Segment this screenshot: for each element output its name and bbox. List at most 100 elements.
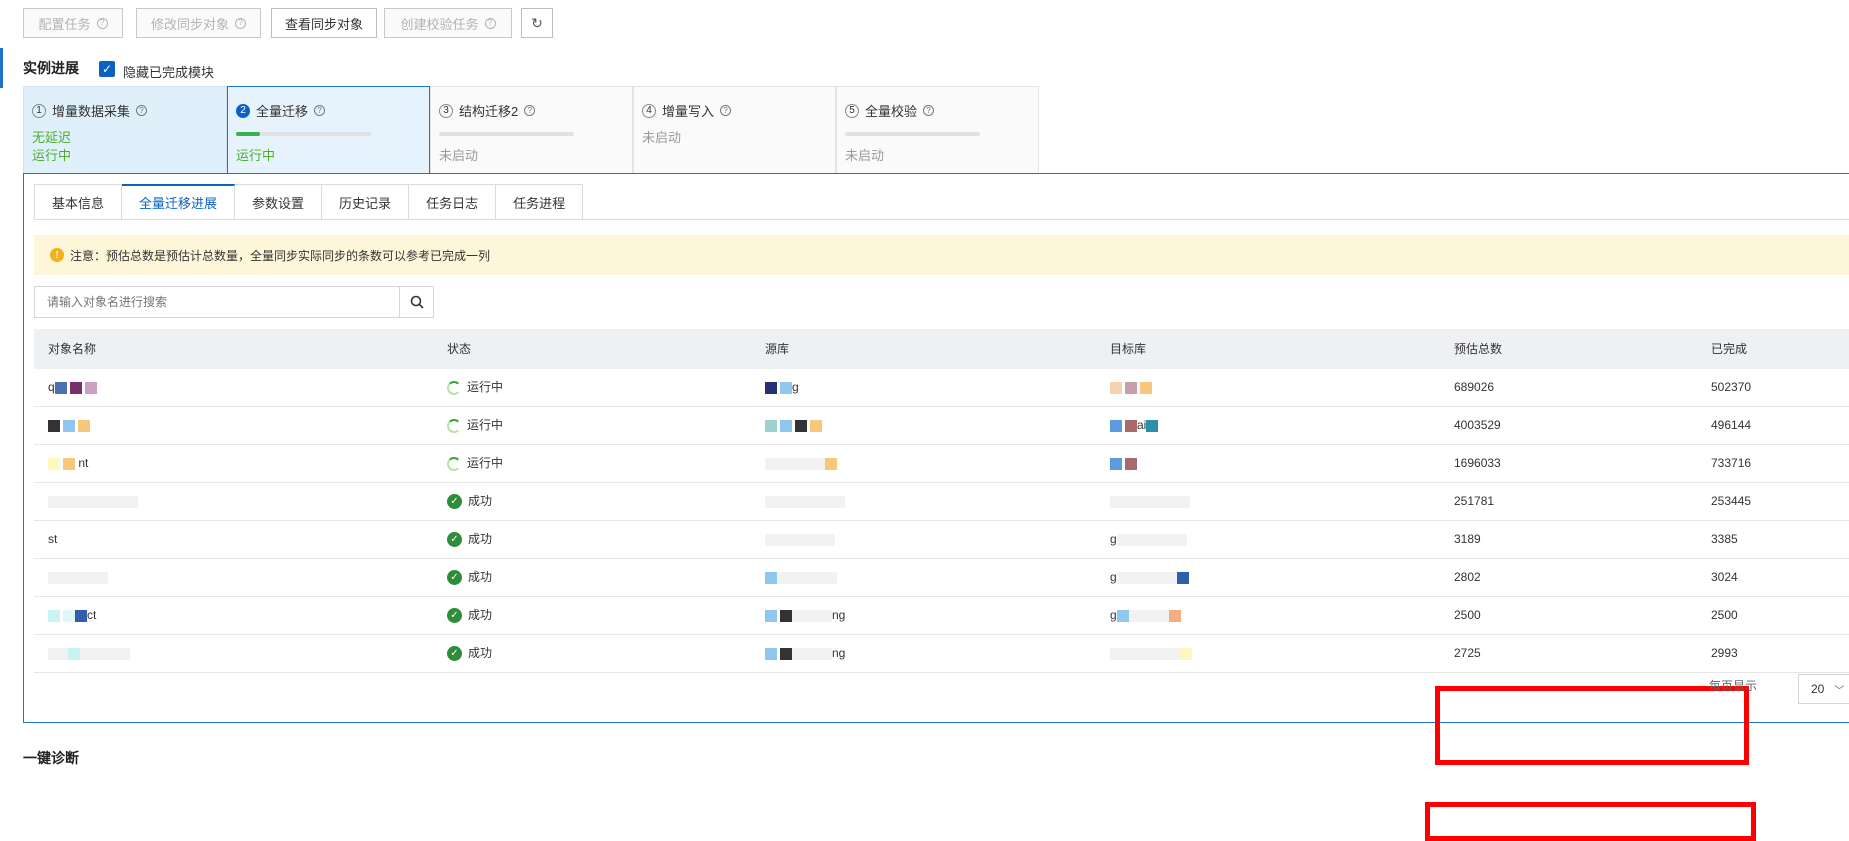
table-row: ✓ 成功 g 2802 3024 (34, 559, 1849, 597)
object-name: nt (48, 445, 88, 482)
source-db (765, 407, 822, 444)
modify-objects-label: 修改同步对象 (150, 16, 229, 32)
table-row: ✓ 成功 ng 2725 2993 (34, 635, 1849, 673)
section-accent (0, 48, 3, 88)
search-box (34, 286, 434, 318)
tab-bar: 基本信息 全量迁移进展 参数设置 历史记录 任务日志 任务进程 (34, 184, 584, 220)
view-objects-button[interactable]: 查看同步对象 (271, 8, 377, 38)
hide-done-checkbox[interactable]: ✓ (99, 61, 115, 77)
table-row: nt 运行中 1696033 733716 (34, 445, 1849, 483)
table-row: st ✓ 成功 g 3189 3385 (34, 521, 1849, 559)
source-db: g (765, 369, 799, 406)
chevron-down-icon: ﹀ (1834, 685, 1845, 697)
source-db (765, 521, 835, 558)
object-name (48, 635, 130, 672)
status-cell: ✓ 成功 (447, 597, 492, 634)
hide-done-label: 隐藏已完成模块 (123, 65, 215, 80)
target-db: ai (1110, 407, 1159, 444)
tab-basic-info[interactable]: 基本信息 (34, 184, 123, 220)
completed-count: 2993 (1711, 646, 1738, 660)
help-icon: ? (524, 105, 536, 116)
diagnosis-title: 一键诊断 (23, 750, 79, 766)
page-size-label: 每页显示 (1708, 679, 1757, 693)
config-task-button[interactable]: 配置任务 ? (23, 8, 123, 38)
status-cell: ✓ 成功 (447, 483, 492, 520)
status-cell: ✓ 成功 (447, 559, 492, 596)
object-name: st (48, 532, 58, 546)
col-status: 状态 (447, 342, 472, 356)
estimated-total: 2725 (1454, 646, 1481, 660)
col-completed: 已完成 (1711, 342, 1748, 356)
spinner-icon (447, 380, 461, 395)
step-status: 未启动 (845, 148, 885, 163)
tab-full-migration-progress[interactable]: 全量迁移进展 (122, 184, 236, 220)
step-incremental-write[interactable]: 4 增量写入? 未启动 (633, 86, 836, 174)
estimated-total: 689026 (1454, 380, 1495, 394)
search-input[interactable] (35, 287, 399, 317)
source-db: ng (765, 635, 845, 672)
object-name: ct (48, 597, 96, 634)
table-row: ✓ 成功 251781 253445 (34, 483, 1849, 521)
step-schema-migration[interactable]: 3 结构迁移2? 未启动 (430, 86, 633, 174)
status-cell: ✓ 成功 (447, 635, 492, 672)
success-icon: ✓ (447, 646, 462, 661)
object-name: q (48, 369, 97, 406)
source-db (765, 483, 845, 520)
detail-panel: 基本信息 全量迁移进展 参数设置 历史记录 任务日志 任务进程 ! 注意：预估总… (23, 173, 1849, 841)
step-full-migration[interactable]: 2 全量迁移? 运行中 (227, 86, 430, 176)
target-db (1110, 369, 1152, 406)
success-icon: ✓ (447, 570, 462, 585)
step-status: 未启动 (642, 130, 682, 145)
status-cell: ✓ 成功 (447, 521, 492, 558)
step-progress-bar (236, 132, 371, 136)
completed-count: 502370 (1711, 380, 1752, 394)
step-label: 结构迁移2 (459, 104, 519, 119)
estimated-total: 2802 (1454, 570, 1481, 584)
refresh-button[interactable]: ↻ (521, 8, 553, 38)
help-icon: ? (720, 105, 732, 116)
step-full-check[interactable]: 5 全量校验? 未启动 (836, 86, 1039, 174)
tab-task-log[interactable]: 任务日志 (409, 184, 497, 220)
view-objects-label: 查看同步对象 (284, 16, 363, 32)
status-cell: 运行中 (447, 407, 503, 444)
step-progress-bar (845, 132, 980, 136)
create-check-button[interactable]: 创建校验任务 ? (384, 8, 512, 38)
notice-banner: ! 注意：预估总数是预估计总数量，全量同步实际同步的条数可以参考已完成一列 (34, 235, 1849, 275)
success-icon: ✓ (447, 608, 462, 623)
help-icon: ? (136, 105, 148, 116)
estimated-total: 1696033 (1454, 456, 1501, 470)
target-db (1110, 635, 1192, 672)
section-title: 实例进展 (23, 60, 79, 76)
step-delay: 无延迟 (32, 130, 72, 145)
warning-icon: ! (50, 248, 64, 262)
check-icon: ✓ (101, 62, 113, 76)
tab-task-process[interactable]: 任务进程 (496, 184, 584, 220)
object-name (48, 407, 90, 444)
source-db (765, 445, 837, 482)
object-name (48, 483, 138, 520)
col-source-db: 源库 (765, 342, 790, 356)
estimated-total: 3189 (1454, 532, 1481, 546)
spinner-icon (447, 418, 461, 433)
success-icon: ✓ (447, 494, 462, 509)
help-icon: ? (314, 105, 326, 116)
target-db (1110, 483, 1190, 520)
step-status: 运行中 (32, 148, 72, 163)
help-icon: ? (484, 17, 496, 29)
objects-table: 对象名称 状态 源库 目标库 预估总数 已完成 q 运行中 g 689026 5… (34, 329, 1849, 841)
page-size-select[interactable]: 20 ﹀ (1798, 674, 1849, 704)
table-header: 对象名称 状态 源库 目标库 预估总数 已完成 (34, 329, 1849, 369)
step-incremental-collect[interactable]: 1 增量数据采集? 无延迟 运行中 (23, 86, 227, 174)
estimated-total: 4003529 (1454, 418, 1501, 432)
tab-parameters[interactable]: 参数设置 (235, 184, 323, 220)
object-name (48, 559, 108, 596)
completed-count: 253445 (1711, 494, 1752, 508)
step-status: 未启动 (439, 148, 479, 163)
notice-text: 注意：预估总数是预估计总数量，全量同步实际同步的条数可以参考已完成一列 (70, 248, 491, 263)
search-button[interactable] (399, 287, 433, 317)
modify-objects-button[interactable]: 修改同步对象 ? (136, 8, 261, 38)
tab-history[interactable]: 历史记录 (322, 184, 410, 220)
target-db: g (1110, 559, 1189, 596)
completed-count: 2500 (1711, 608, 1738, 622)
create-check-label: 创建校验任务 (400, 16, 479, 32)
